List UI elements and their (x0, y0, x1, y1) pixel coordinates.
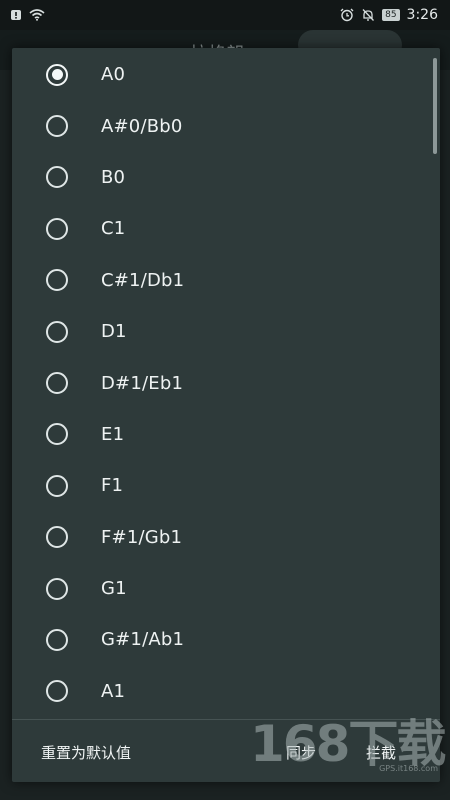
note-option-item[interactable]: A0 (12, 49, 440, 100)
radio-unchecked-icon[interactable] (46, 372, 68, 395)
note-option-item[interactable]: F1 (12, 460, 440, 511)
intercept-button[interactable]: 拦截 (366, 742, 396, 763)
alert-icon (10, 9, 22, 21)
note-option-item[interactable]: F#1/Gb1 (12, 512, 440, 563)
note-option-list: A0 A#0/Bb0 B0 C1 C#1/Db1 D1 D#1/Eb1 E1 F1 F#1/Gb1… (12, 48, 440, 718)
note-option-item[interactable]: G#1/Ab1 (12, 614, 440, 665)
note-option-label: C1 (101, 218, 126, 240)
note-option-label: A#0/Bb0 (101, 115, 183, 137)
radio-unchecked-icon[interactable] (46, 680, 68, 703)
radio-unchecked-icon[interactable] (46, 423, 68, 446)
radio-dot (51, 69, 63, 81)
note-option-label: B0 (101, 166, 126, 188)
radio-unchecked-icon[interactable] (46, 269, 68, 292)
note-select-dialog: A0 A#0/Bb0 B0 C1 C#1/Db1 D1 D#1/Eb1 E1 F1 F#1/Gb1… (12, 48, 440, 782)
battery-indicator: 85 (382, 9, 400, 21)
note-option-label: G1 (101, 578, 127, 600)
sync-button[interactable]: 同步 (286, 742, 316, 763)
note-option-label: F1 (101, 475, 124, 497)
note-option-item[interactable]: G1 (12, 563, 440, 614)
note-option-item[interactable]: D1 (12, 306, 440, 357)
status-bar: 85 3:26 (0, 0, 450, 30)
note-option-item[interactable]: A#0/Bb0 (12, 100, 440, 151)
note-option-item[interactable]: A1 (12, 666, 440, 717)
note-option-item[interactable]: E1 (12, 409, 440, 460)
radio-unchecked-icon[interactable] (46, 166, 68, 189)
alarm-icon (340, 8, 354, 22)
note-option-label: F#1/Gb1 (101, 526, 183, 548)
wifi-icon (29, 9, 45, 21)
note-option-item[interactable]: C#1/Db1 (12, 255, 440, 306)
radio-unchecked-icon[interactable] (46, 628, 68, 651)
mute-bell-icon (361, 8, 375, 22)
note-option-item[interactable]: B0 (12, 152, 440, 203)
radio-unchecked-icon[interactable] (46, 577, 68, 600)
note-option-item[interactable]: C1 (12, 203, 440, 254)
radio-unchecked-icon[interactable] (46, 115, 68, 138)
radio-unchecked-icon[interactable] (46, 217, 68, 240)
dialog-footer: 重置为默认值 同步 拦截 (12, 720, 440, 782)
note-option-label: A0 (101, 64, 126, 86)
note-option-label: A1 (101, 680, 126, 702)
radio-unchecked-icon[interactable] (46, 526, 68, 549)
radio-unchecked-icon[interactable] (46, 474, 68, 497)
reset-default-button[interactable]: 重置为默认值 (41, 742, 131, 763)
note-option-item[interactable]: D#1/Eb1 (12, 357, 440, 408)
note-option-label: C#1/Db1 (101, 269, 185, 291)
note-option-label: D1 (101, 321, 127, 343)
note-option-label: E1 (101, 423, 125, 445)
radio-unchecked-icon[interactable] (46, 320, 68, 343)
status-clock: 3:26 (406, 7, 438, 23)
note-option-label: G#1/Ab1 (101, 629, 185, 651)
radio-checked-icon[interactable] (46, 63, 68, 86)
list-scrollbar[interactable] (433, 58, 437, 154)
note-option-label: D#1/Eb1 (101, 372, 184, 394)
